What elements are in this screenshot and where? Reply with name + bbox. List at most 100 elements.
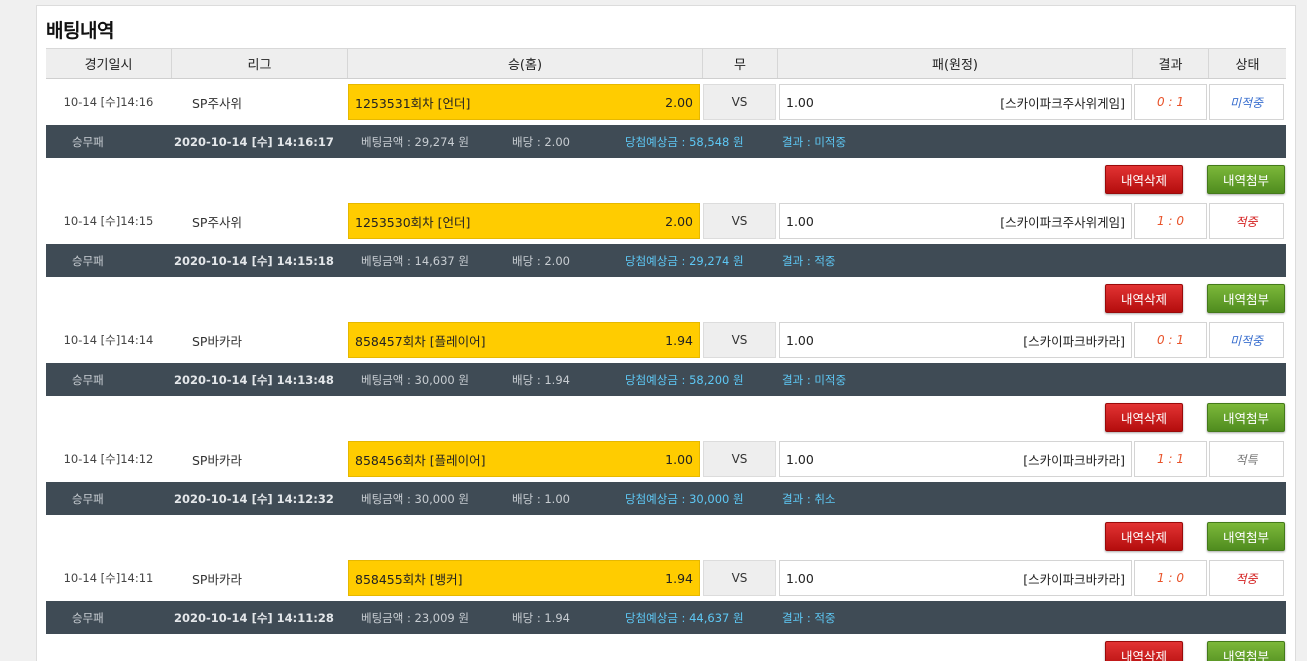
score-result: 1 : 1 bbox=[1134, 441, 1207, 477]
home-team: 858455회차 [뱅커] bbox=[355, 571, 463, 587]
league-name: SP주사위 bbox=[192, 95, 242, 111]
bet-actions: 내역삭제 내역첨부 bbox=[46, 158, 1296, 202]
away-odds: 1.00 bbox=[786, 332, 814, 348]
status-badge: 적중 bbox=[1209, 560, 1284, 596]
bet-type: 승무패 bbox=[72, 610, 104, 625]
bet-type: 승무패 bbox=[72, 134, 104, 149]
expected-winnings: 당첨예상금 : 58,200 원 bbox=[625, 372, 744, 387]
bet-odds: 배당 : 1.94 bbox=[512, 372, 570, 387]
bet-info-bar: 승무패 2020-10-14 [수] 14:15:18 베팅금액 : 14,637 … bbox=[46, 244, 1286, 277]
home-pick[interactable]: 1253530회차 [언더] 2.00 bbox=[348, 203, 700, 239]
match-date: 10-14 [수]14:16 bbox=[63, 95, 154, 109]
bet-info-bar: 승무패 2020-10-14 [수] 14:16:17 베팅금액 : 29,274 … bbox=[46, 125, 1286, 158]
away-odds: 1.00 bbox=[786, 451, 814, 467]
bet-result: 결과 : 미적중 bbox=[782, 134, 847, 149]
bet-amount: 베팅금액 : 30,000 원 bbox=[361, 491, 469, 506]
bet-result: 결과 : 적중 bbox=[782, 253, 836, 268]
bet-amount: 베팅금액 : 23,009 원 bbox=[361, 610, 469, 625]
home-odds: 1.94 bbox=[665, 570, 693, 586]
header-league: 리그 bbox=[172, 49, 348, 78]
delete-history-button[interactable]: 내역삭제 bbox=[1105, 522, 1183, 551]
delete-history-button[interactable]: 내역삭제 bbox=[1105, 641, 1183, 661]
table-row: 10-14 [수]14:14 SP바카라 858457회차 [플레이어] 1.94 VS… bbox=[46, 318, 1296, 362]
match-date: 10-14 [수]14:15 bbox=[63, 214, 154, 228]
score-result: 1 : 0 bbox=[1134, 560, 1207, 596]
home-pick[interactable]: 858457회차 [플레이어] 1.94 bbox=[348, 322, 700, 358]
table-row: 10-14 [수]14:15 SP주사위 1253530회차 [언더] 2.00 VS 1… bbox=[46, 199, 1296, 243]
away-pick[interactable]: 1.00 [스카이파크주사위게임] bbox=[779, 203, 1132, 239]
home-pick[interactable]: 858456회차 [플레이어] 1.00 bbox=[348, 441, 700, 477]
away-pick[interactable]: 1.00 [스카이파크바카라] bbox=[779, 322, 1132, 358]
bet-info-bar: 승무패 2020-10-14 [수] 14:11:28 베팅금액 : 23,009 … bbox=[46, 601, 1286, 634]
expected-winnings: 당첨예상금 : 29,274 원 bbox=[625, 253, 744, 268]
away-team: [스카이파크바카라] bbox=[1023, 571, 1125, 587]
home-team: 1253531회차 [언더] bbox=[355, 95, 471, 111]
attach-history-button[interactable]: 내역첨부 bbox=[1207, 165, 1285, 194]
attach-history-button[interactable]: 내역첨부 bbox=[1207, 522, 1285, 551]
league-name: SP바카라 bbox=[192, 333, 242, 349]
bet-odds: 배당 : 2.00 bbox=[512, 134, 570, 149]
header-state: 상태 bbox=[1235, 58, 1260, 73]
match-date: 10-14 [수]14:11 bbox=[63, 571, 154, 585]
page-title: 배팅내역 bbox=[46, 20, 114, 42]
draw-cell: VS bbox=[703, 441, 776, 477]
bet-actions: 내역삭제 내역첨부 bbox=[46, 515, 1296, 559]
bet-odds: 배당 : 1.94 bbox=[512, 610, 570, 625]
away-odds: 1.00 bbox=[786, 213, 814, 229]
bet-entry: 10-14 [수]14:14 SP바카라 858457회차 [플레이어] 1.94 VS… bbox=[46, 318, 1296, 440]
attach-history-button[interactable]: 내역첨부 bbox=[1207, 284, 1285, 313]
bet-entry: 10-14 [수]14:16 SP주사위 1253531회차 [언더] 2.00 VS 1… bbox=[46, 80, 1296, 202]
bet-time: 2020-10-14 [수] 14:12:32 bbox=[174, 491, 334, 506]
away-odds: 1.00 bbox=[786, 94, 814, 110]
away-pick[interactable]: 1.00 [스카이파크바카라] bbox=[779, 560, 1132, 596]
away-pick[interactable]: 1.00 [스카이파크주사위게임] bbox=[779, 84, 1132, 120]
home-odds: 2.00 bbox=[665, 94, 693, 110]
bet-info-bar: 승무패 2020-10-14 [수] 14:12:32 베팅금액 : 30,000 … bbox=[46, 482, 1286, 515]
away-team: [스카이파크바카라] bbox=[1023, 452, 1125, 468]
draw-cell: VS bbox=[703, 322, 776, 358]
away-team: [스카이파크주사위게임] bbox=[1000, 95, 1125, 111]
delete-history-button[interactable]: 내역삭제 bbox=[1105, 165, 1183, 194]
bet-type: 승무패 bbox=[72, 491, 104, 506]
delete-history-button[interactable]: 내역삭제 bbox=[1105, 284, 1183, 313]
header-away: 패(원정) bbox=[778, 49, 1133, 78]
bet-type: 승무패 bbox=[72, 372, 104, 387]
attach-history-button[interactable]: 내역첨부 bbox=[1207, 641, 1285, 661]
expected-winnings: 당첨예상금 : 58,548 원 bbox=[625, 134, 744, 149]
away-team: [스카이파크바카라] bbox=[1023, 333, 1125, 349]
bet-time: 2020-10-14 [수] 14:15:18 bbox=[174, 253, 334, 268]
home-pick[interactable]: 1253531회차 [언더] 2.00 bbox=[348, 84, 700, 120]
bet-result: 결과 : 취소 bbox=[782, 491, 836, 506]
bet-entry: 10-14 [수]14:11 SP바카라 858455회차 [뱅커] 1.94 VS 1.… bbox=[46, 556, 1296, 661]
score-result: 0 : 1 bbox=[1134, 322, 1207, 358]
match-date: 10-14 [수]14:12 bbox=[63, 452, 154, 466]
score-result: 1 : 0 bbox=[1134, 203, 1207, 239]
delete-history-button[interactable]: 내역삭제 bbox=[1105, 403, 1183, 432]
league-name: SP주사위 bbox=[192, 214, 242, 230]
bet-time: 2020-10-14 [수] 14:13:48 bbox=[174, 372, 334, 387]
draw-cell: VS bbox=[703, 203, 776, 239]
bet-time: 2020-10-14 [수] 14:16:17 bbox=[174, 134, 334, 149]
bet-time: 2020-10-14 [수] 14:11:28 bbox=[174, 610, 334, 625]
status-badge: 미적중 bbox=[1209, 84, 1284, 120]
status-badge: 적특 bbox=[1209, 441, 1284, 477]
header-result: 결과 bbox=[1133, 49, 1209, 78]
table-row: 10-14 [수]14:11 SP바카라 858455회차 [뱅커] 1.94 VS 1.… bbox=[46, 556, 1296, 600]
bet-info-bar: 승무패 2020-10-14 [수] 14:13:48 베팅금액 : 30,000 … bbox=[46, 363, 1286, 396]
bet-result: 결과 : 미적중 bbox=[782, 372, 847, 387]
expected-winnings: 당첨예상금 : 44,637 원 bbox=[625, 610, 744, 625]
away-pick[interactable]: 1.00 [스카이파크바카라] bbox=[779, 441, 1132, 477]
home-odds: 1.94 bbox=[665, 332, 693, 348]
bet-type: 승무패 bbox=[72, 253, 104, 268]
home-pick[interactable]: 858455회차 [뱅커] 1.94 bbox=[348, 560, 700, 596]
bet-actions: 내역삭제 내역첨부 bbox=[46, 277, 1296, 321]
status-badge: 미적중 bbox=[1209, 322, 1284, 358]
table-row: 10-14 [수]14:16 SP주사위 1253531회차 [언더] 2.00 VS 1… bbox=[46, 80, 1296, 124]
expected-winnings: 당첨예상금 : 30,000 원 bbox=[625, 491, 744, 506]
home-team: 858457회차 [플레이어] bbox=[355, 333, 486, 349]
attach-history-button[interactable]: 내역첨부 bbox=[1207, 403, 1285, 432]
header-home: 승(홈) bbox=[348, 49, 703, 78]
away-odds: 1.00 bbox=[786, 570, 814, 586]
away-team: [스카이파크주사위게임] bbox=[1000, 214, 1125, 230]
status-badge: 적중 bbox=[1209, 203, 1284, 239]
